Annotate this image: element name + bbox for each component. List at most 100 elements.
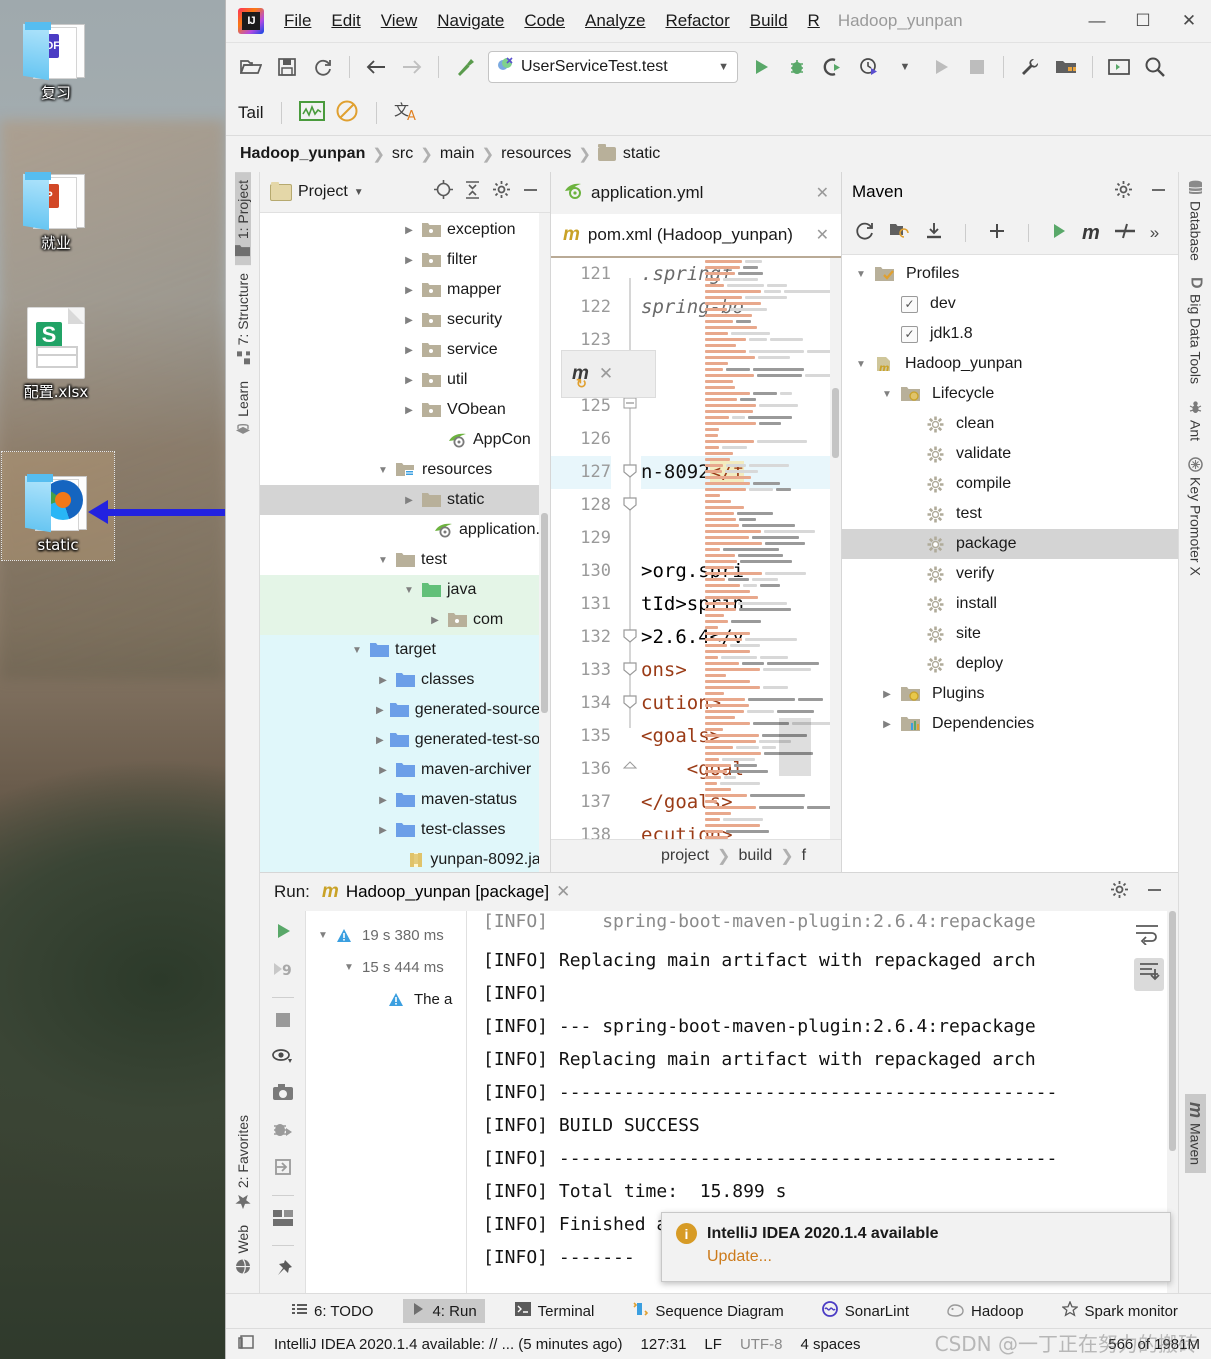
maven-tree-node[interactable]: ▼ m Hadoop_yunpan <box>842 349 1178 379</box>
chevron-down-icon[interactable]: ▼ <box>402 585 416 596</box>
chevron-right-icon[interactable]: ▶ <box>402 225 416 236</box>
chevron-down-icon[interactable]: ▼ <box>854 359 868 370</box>
run-tree-node[interactable]: The a <box>306 983 466 1015</box>
desktop-icon-peizhi-xlsx[interactable]: S 配置.xlsx <box>0 305 112 401</box>
chevron-down-icon[interactable]: ▼ <box>350 645 364 656</box>
tool-button-sequence-diagram[interactable]: Sequence Diagram <box>624 1299 791 1323</box>
scroll-to-end-icon[interactable] <box>1134 958 1164 991</box>
tree-node[interactable]: ▶ test-classes <box>260 815 550 845</box>
tree-node[interactable]: ▶ generated-test-sources <box>260 725 550 755</box>
sidebar-item-maven[interactable]: m Maven <box>1185 1093 1206 1173</box>
maximize-icon[interactable]: ☐ <box>1120 0 1166 42</box>
chevron-right-icon[interactable]: ▶ <box>376 675 390 686</box>
chevron-right-icon[interactable]: ▶ <box>376 765 390 776</box>
chevron-right-icon[interactable]: ▶ <box>880 719 894 730</box>
tree-node[interactable]: ▶ classes <box>260 665 550 695</box>
collapse-all-icon[interactable] <box>463 180 482 204</box>
tree-node[interactable]: ▶ exception <box>260 215 550 245</box>
maven-tree-node[interactable]: ✓ dev <box>842 289 1178 319</box>
chevron-right-icon[interactable]: ▶ <box>880 689 894 700</box>
toggle-skip-tests-icon[interactable] <box>1114 222 1136 245</box>
maven-tree-node[interactable]: verify <box>842 559 1178 589</box>
maven-tree-node[interactable]: ▶ Plugins <box>842 679 1178 709</box>
menu-view[interactable]: View <box>371 9 428 33</box>
tool-button-run[interactable]: 4: Run <box>403 1299 485 1323</box>
screenshot-icon[interactable] <box>272 1083 294 1106</box>
tree-node[interactable]: ▶ VObean <box>260 395 550 425</box>
export-icon[interactable] <box>273 1157 293 1182</box>
run-configuration-selector[interactable]: UserServiceTest.test ▼ <box>488 51 738 83</box>
run-icon[interactable] <box>1050 222 1068 245</box>
event-log-icon[interactable] <box>238 1334 256 1355</box>
status-message[interactable]: IntelliJ IDEA 2020.1.4 available: // ...… <box>274 1336 623 1353</box>
project-tree[interactable]: ▶ exception ▶ filter ▶ mapper ▶ security ▶ servic… <box>260 213 550 872</box>
more-icon[interactable]: » <box>1150 223 1159 243</box>
chevron-right-icon[interactable]: ▶ <box>402 285 416 296</box>
editor-scrollbar[interactable] <box>830 258 841 839</box>
hide-icon[interactable] <box>1145 880 1164 904</box>
code-minimap[interactable] <box>701 258 841 839</box>
reimport-icon[interactable] <box>854 220 875 246</box>
sidebar-item-learn[interactable]: Learn <box>235 373 251 443</box>
gear-icon[interactable] <box>1110 880 1129 904</box>
maven-m-icon[interactable]: m <box>1082 222 1100 245</box>
rerun-failed-icon[interactable]: 9 <box>272 959 294 984</box>
sidebar-item-ant[interactable]: Ant <box>1188 392 1204 449</box>
maven-tree-node[interactable]: compile <box>842 469 1178 499</box>
chevron-right-icon[interactable]: ▶ <box>402 255 416 266</box>
maven-tree-node[interactable]: deploy <box>842 649 1178 679</box>
run-tab[interactable]: m Hadoop_yunpan [package] ✕ <box>322 881 570 903</box>
tool-button-hadoop[interactable]: Hadoop <box>939 1299 1032 1324</box>
chevron-right-icon[interactable]: ▶ <box>402 495 416 506</box>
chevron-down-icon[interactable]: ▼ <box>376 555 390 566</box>
fold-gutter[interactable] <box>619 258 641 839</box>
sidebar-item-big-data-tools[interactable]: D Big Data Tools <box>1187 269 1205 392</box>
tree-node[interactable]: ▼ java <box>260 575 550 605</box>
editor-breadcrumb-build[interactable]: build <box>738 847 772 865</box>
gear-icon[interactable] <box>492 180 511 204</box>
chevron-down-icon[interactable]: ▼ <box>376 465 390 476</box>
locate-icon[interactable] <box>434 180 453 204</box>
add-maven-project-icon[interactable] <box>889 222 910 245</box>
indent-setting[interactable]: 4 spaces <box>800 1336 860 1353</box>
profiler-icon[interactable] <box>852 50 886 84</box>
stop-icon[interactable] <box>274 1011 292 1034</box>
menu-edit[interactable]: Edit <box>321 9 370 33</box>
maven-tree-node[interactable]: install <box>842 589 1178 619</box>
breadcrumb-item-main[interactable]: main <box>440 145 475 163</box>
eye-filter-icon[interactable] <box>271 1047 294 1070</box>
run-coverage-icon[interactable] <box>816 50 850 84</box>
chevron-down-icon[interactable]: ▼ <box>880 389 894 400</box>
run-tree[interactable]: ▼ 19 s 380 ms ▼ 15 s 444 ms The a <box>306 911 467 1293</box>
chevron-down-icon[interactable]: ▼ <box>354 187 364 198</box>
tree-node[interactable]: ▶ filter <box>260 245 550 275</box>
tree-node[interactable]: ▶ generated-sources <box>260 695 550 725</box>
maven-tree-node[interactable]: package <box>842 529 1178 559</box>
run-icon[interactable] <box>744 50 778 84</box>
block-icon[interactable] <box>335 99 359 128</box>
sidebar-item-project[interactable]: 1: Project <box>234 172 251 266</box>
close-icon[interactable]: ✕ <box>1166 0 1211 42</box>
tree-node[interactable]: ▶ util <box>260 365 550 395</box>
tool-button-todo[interactable]: 6: TODO <box>284 1300 381 1323</box>
minimize-icon[interactable]: — <box>1074 0 1120 42</box>
file-encoding[interactable]: UTF-8 <box>740 1336 783 1353</box>
tree-node[interactable]: ▶ static <box>260 485 550 515</box>
close-icon[interactable]: ✕ <box>816 183 829 203</box>
save-icon[interactable] <box>270 50 304 84</box>
settings-wrench-icon[interactable] <box>1013 50 1047 84</box>
gear-icon[interactable] <box>1114 180 1133 204</box>
maven-tree-node[interactable]: clean <box>842 409 1178 439</box>
back-arrow-icon[interactable] <box>359 50 393 84</box>
menu-build[interactable]: Build <box>740 9 798 33</box>
plus-icon[interactable] <box>987 221 1007 246</box>
pin-icon[interactable] <box>273 1259 293 1284</box>
rerun-icon[interactable] <box>273 921 293 946</box>
maven-tree-node[interactable]: ▶ Dependencies <box>842 709 1178 739</box>
tree-node[interactable]: ▶ security <box>260 305 550 335</box>
editor-tab-pom-xml[interactable]: m pom.xml (Hadoop_yunpan) ✕ <box>551 214 841 256</box>
tree-node[interactable]: ▼ resources <box>260 455 550 485</box>
tree-node[interactable]: ▼ test <box>260 545 550 575</box>
menu-navigate[interactable]: Navigate <box>427 9 514 33</box>
breadcrumb-item-static[interactable]: static <box>623 145 660 163</box>
